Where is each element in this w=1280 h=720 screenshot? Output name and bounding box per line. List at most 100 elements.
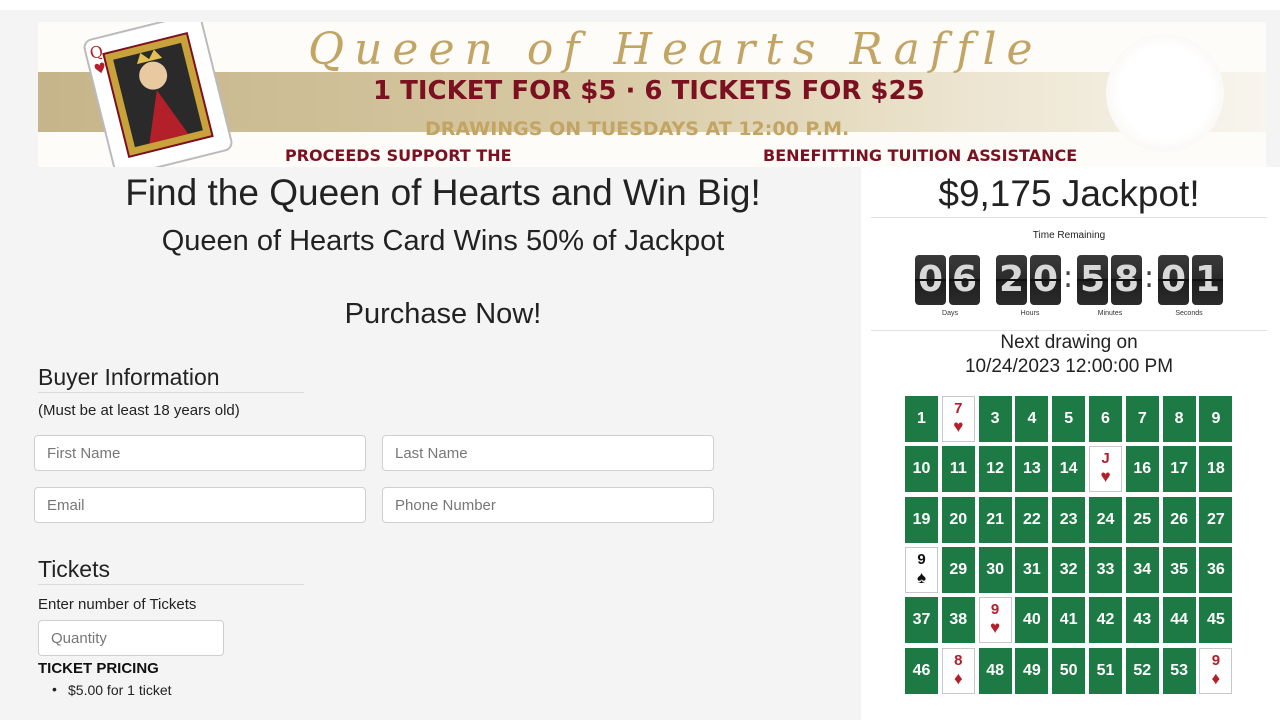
card-cell[interactable]: 6: [1089, 396, 1122, 442]
heart-icon: ♥: [1100, 467, 1111, 487]
next-drawing-date: 10/24/2023 12:00:00 PM: [964, 356, 1174, 377]
card-cell[interactable]: 38: [941, 597, 975, 644]
card-cell[interactable]: 21: [978, 496, 1012, 543]
spade-icon: ♠: [916, 567, 927, 587]
card-cell[interactable]: 34: [1125, 546, 1159, 593]
ticket-count-label: Enter number of Tickets: [38, 596, 197, 613]
countdown-days-label: Days: [942, 310, 958, 317]
tickets-title: Tickets: [38, 556, 304, 585]
card-cell[interactable]: 33: [1089, 546, 1122, 593]
card-rank: 9: [1211, 651, 1221, 669]
countdown-colon: :: [1063, 260, 1074, 295]
card-rank: 7: [954, 400, 963, 417]
countdown-minutes-digit-1: 5: [1077, 255, 1108, 305]
countdown-seconds-digit-1: 0: [1158, 255, 1189, 305]
queen-of-hearts-card-icon: Q ♥: [83, 22, 233, 167]
page: Q ♥ Queen of Hearts Raffle 1 TICKET FOR …: [0, 0, 1280, 720]
card-rank: 9: [990, 601, 1000, 619]
card-cell[interactable]: 37: [905, 597, 938, 644]
card-cell[interactable]: 44: [1162, 597, 1196, 644]
card-cell[interactable]: 40: [1015, 597, 1049, 644]
diamond-icon: ♦: [1211, 668, 1221, 688]
countdown-hours-label: Hours: [1020, 310, 1040, 317]
card-cell[interactable]: 9: [1199, 396, 1233, 442]
phone-number-field[interactable]: [382, 487, 714, 523]
heart-icon: ♥: [953, 417, 964, 436]
banner-circle-decoration: [1106, 34, 1224, 152]
card-cell[interactable]: 24: [1089, 496, 1122, 543]
card-cell[interactable]: 19: [905, 496, 938, 543]
card-cell[interactable]: 49: [1015, 647, 1049, 694]
card-cell[interactable]: 53: [1162, 647, 1196, 694]
countdown-hours-digit-1: 2: [996, 255, 1027, 305]
next-drawing-label: Next drawing on: [1000, 332, 1138, 353]
jackpot-amount: $9,175 Jackpot!: [871, 173, 1267, 218]
banner-pricing-line: 1 TICKET FOR $5 · 6 TICKETS FOR $25: [373, 76, 925, 106]
card-cell[interactable]: 52: [1125, 647, 1159, 694]
card-cell[interactable]: 5: [1052, 396, 1086, 442]
heart-icon: ♥: [990, 618, 1001, 638]
card-cell[interactable]: 17: [1162, 446, 1196, 493]
card-cell[interactable]: 35: [1162, 546, 1196, 593]
card-rank: 9: [917, 550, 926, 568]
card-cell[interactable]: 31: [1015, 546, 1049, 593]
revealed-card-cell[interactable]: 9 ♦: [1199, 647, 1233, 694]
card-cell[interactable]: 27: [1199, 496, 1233, 543]
card-cell[interactable]: 22: [1015, 496, 1049, 543]
card-cell[interactable]: 30: [978, 546, 1012, 593]
card-cell[interactable]: 18: [1199, 446, 1233, 493]
card-board: 1 7 ♥ 3 4 5 6 7 8 9 10 11 12 13 14 J ♥ 16 17 18 19 20 21 22 23 24…: [905, 396, 1235, 696]
card-cell[interactable]: 42: [1089, 597, 1122, 644]
card-cell[interactable]: 36: [1199, 546, 1233, 593]
revealed-card-cell[interactable]: 9 ♥: [978, 597, 1012, 644]
purchase-heading: Purchase Now!: [344, 298, 542, 330]
countdown-seconds-digit-2: 1: [1192, 255, 1223, 305]
card-cell[interactable]: 26: [1162, 496, 1196, 543]
card-cell[interactable]: 7: [1125, 396, 1159, 442]
first-name-field[interactable]: [34, 435, 366, 471]
card-cell[interactable]: 13: [1015, 446, 1049, 493]
card-cell[interactable]: 25: [1125, 496, 1159, 543]
revealed-card-cell[interactable]: 9 ♠: [905, 546, 938, 593]
card-cell[interactable]: 12: [978, 446, 1012, 493]
card-cell[interactable]: 41: [1052, 597, 1086, 644]
card-cell[interactable]: 3: [978, 396, 1012, 442]
card-cell[interactable]: 51: [1089, 647, 1122, 694]
countdown-days-digit-1: 0: [915, 255, 946, 305]
countdown-clock: 0 6 2 0 : 5 8 : 0 1: [915, 255, 1235, 307]
card-cell[interactable]: 16: [1125, 446, 1159, 493]
card-cell[interactable]: 11: [941, 446, 975, 493]
countdown-minutes-label: Minutes: [1097, 310, 1123, 317]
main-heading: Find the Queen of Hearts and Win Big!: [125, 172, 761, 213]
quantity-field[interactable]: [38, 620, 224, 656]
revealed-card-cell[interactable]: 7 ♥: [941, 396, 975, 442]
card-cell[interactable]: 46: [905, 647, 938, 694]
card-rank: J: [1101, 450, 1110, 468]
card-cell[interactable]: 32: [1052, 546, 1086, 593]
revealed-card-cell[interactable]: J ♥: [1089, 446, 1122, 493]
card-cell[interactable]: 48: [978, 647, 1012, 694]
card-cell[interactable]: 45: [1199, 597, 1233, 644]
divider: [871, 330, 1267, 331]
last-name-field[interactable]: [382, 435, 714, 471]
card-cell[interactable]: 23: [1052, 496, 1086, 543]
countdown-hours-digit-2: 0: [1030, 255, 1061, 305]
card-cell[interactable]: 8: [1162, 396, 1196, 442]
card-cell[interactable]: 10: [905, 446, 938, 493]
card-cell[interactable]: 20: [941, 496, 975, 543]
countdown-colon: :: [1144, 260, 1155, 295]
card-cell[interactable]: 50: [1052, 647, 1086, 694]
card-cell[interactable]: 14: [1052, 446, 1086, 493]
countdown-seconds-label: Seconds: [1175, 310, 1203, 317]
jackpot-panel: $9,175 Jackpot! Time Remaining 0 6 2 0 :…: [861, 167, 1280, 720]
buyer-information-title: Buyer Information: [38, 364, 304, 393]
countdown-days-digit-2: 6: [949, 255, 980, 305]
revealed-card-cell[interactable]: 8 ♦: [941, 647, 975, 694]
ticket-pricing-title: TICKET PRICING: [38, 660, 159, 677]
card-cell[interactable]: 4: [1015, 396, 1049, 442]
card-cell[interactable]: 43: [1125, 597, 1159, 644]
email-field[interactable]: [34, 487, 366, 523]
card-cell[interactable]: 1: [905, 396, 938, 442]
card-cell[interactable]: 29: [941, 546, 975, 593]
banner-proceeds-right: BENEFITTING TUITION ASSISTANCE: [763, 146, 1078, 165]
